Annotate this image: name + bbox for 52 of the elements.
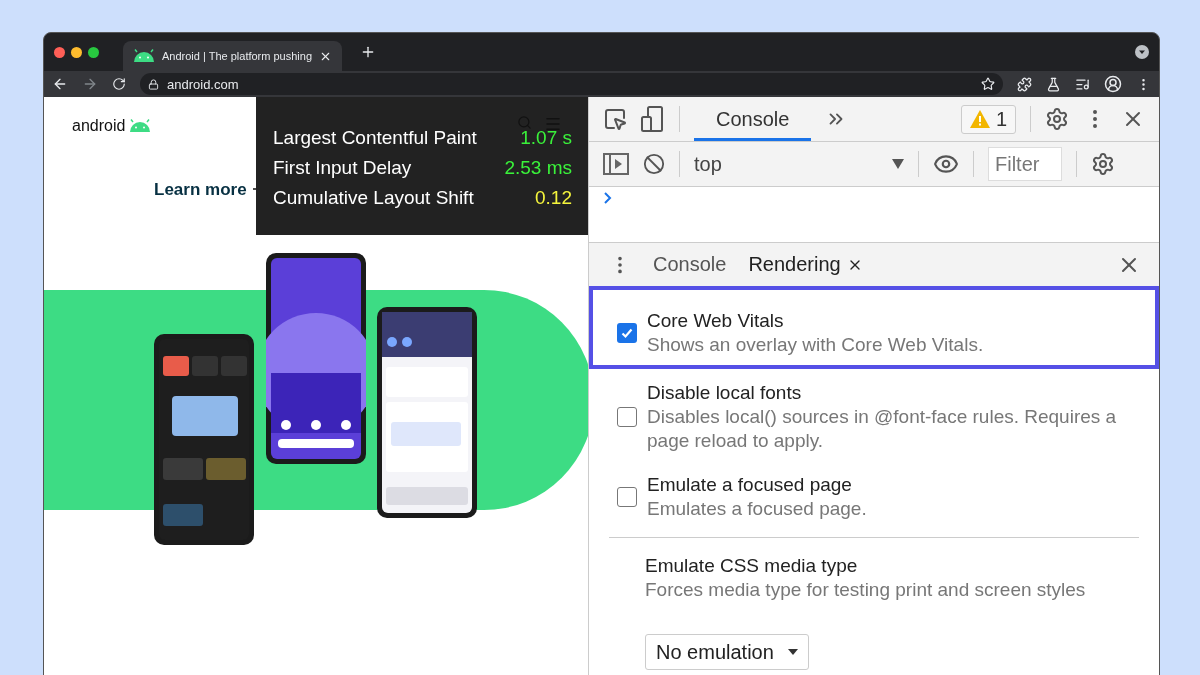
clear-console-icon[interactable] <box>643 153 665 175</box>
reload-icon[interactable] <box>112 77 126 91</box>
profile-icon[interactable] <box>1104 75 1122 93</box>
metric-label: First Input Delay <box>273 157 412 179</box>
sidebar-toggle-icon[interactable] <box>603 153 629 175</box>
caret-icon <box>892 159 904 169</box>
warning-icon <box>969 110 990 128</box>
device-toolbar-icon[interactable] <box>641 106 665 132</box>
forward-icon[interactable] <box>82 76 98 92</box>
lock-icon <box>148 78 159 90</box>
learn-more-link[interactable]: Learn more <box>154 180 247 200</box>
flask-icon[interactable] <box>1046 76 1061 92</box>
bookmark-star-icon[interactable] <box>981 77 995 91</box>
media-queue-icon[interactable] <box>1075 76 1090 92</box>
browser-tab[interactable]: Android | The platform pushing <box>123 41 343 71</box>
extensions-icon[interactable] <box>1017 76 1032 92</box>
check-icon <box>620 326 634 340</box>
setting-title: Emulate a focused page <box>647 473 853 497</box>
close-window-button[interactable] <box>54 46 65 58</box>
checkbox[interactable] <box>617 487 637 507</box>
inspect-icon[interactable] <box>603 107 627 131</box>
setting-title: Disable local fonts <box>647 381 803 405</box>
metric-label: Cumulative Layout Shift <box>273 187 474 209</box>
maximize-button[interactable] <box>88 46 99 58</box>
metric-label: Largest Contentful Paint <box>273 127 477 149</box>
metric-value: 1.07 s <box>520 127 572 149</box>
settings-icon[interactable] <box>1091 152 1115 176</box>
setting-title: Emulate CSS media type <box>645 554 859 578</box>
setting-description: Emulates a focused page. <box>647 497 868 521</box>
checkbox[interactable] <box>617 323 637 343</box>
back-icon[interactable] <box>52 76 68 92</box>
metric-value: 2.53 ms <box>504 157 572 179</box>
warnings-button[interactable]: 1 <box>960 104 1016 134</box>
setting-title: Core Web Vitals <box>647 309 785 333</box>
setting-description: Shows an overlay with Core Web Vitals. <box>647 333 985 357</box>
setting-description: Forces media type for testing print and screen styles <box>645 578 1087 602</box>
metric-value: 0.12 <box>535 187 572 209</box>
checkbox[interactable] <box>617 407 637 427</box>
settings-icon[interactable] <box>1045 107 1069 131</box>
android-icon <box>133 49 155 63</box>
drawer-tab[interactable]: Console <box>653 253 727 276</box>
drawer-tab[interactable]: Rendering <box>748 253 863 276</box>
media-type-select[interactable]: No emulation <box>645 634 809 670</box>
context-select[interactable]: top <box>694 152 904 176</box>
android-logo[interactable]: android <box>72 117 152 135</box>
caret-icon <box>788 649 798 655</box>
tab-search-icon[interactable] <box>1135 45 1149 59</box>
prompt-icon <box>603 191 613 205</box>
filter-field[interactable]: Filter <box>988 147 1062 181</box>
setting-description: Disables local() sources in @font-face rules. Requires a page reload to apply. <box>647 405 1118 453</box>
address-bar[interactable]: android.com <box>140 73 1003 95</box>
minimize-button[interactable] <box>71 46 82 58</box>
